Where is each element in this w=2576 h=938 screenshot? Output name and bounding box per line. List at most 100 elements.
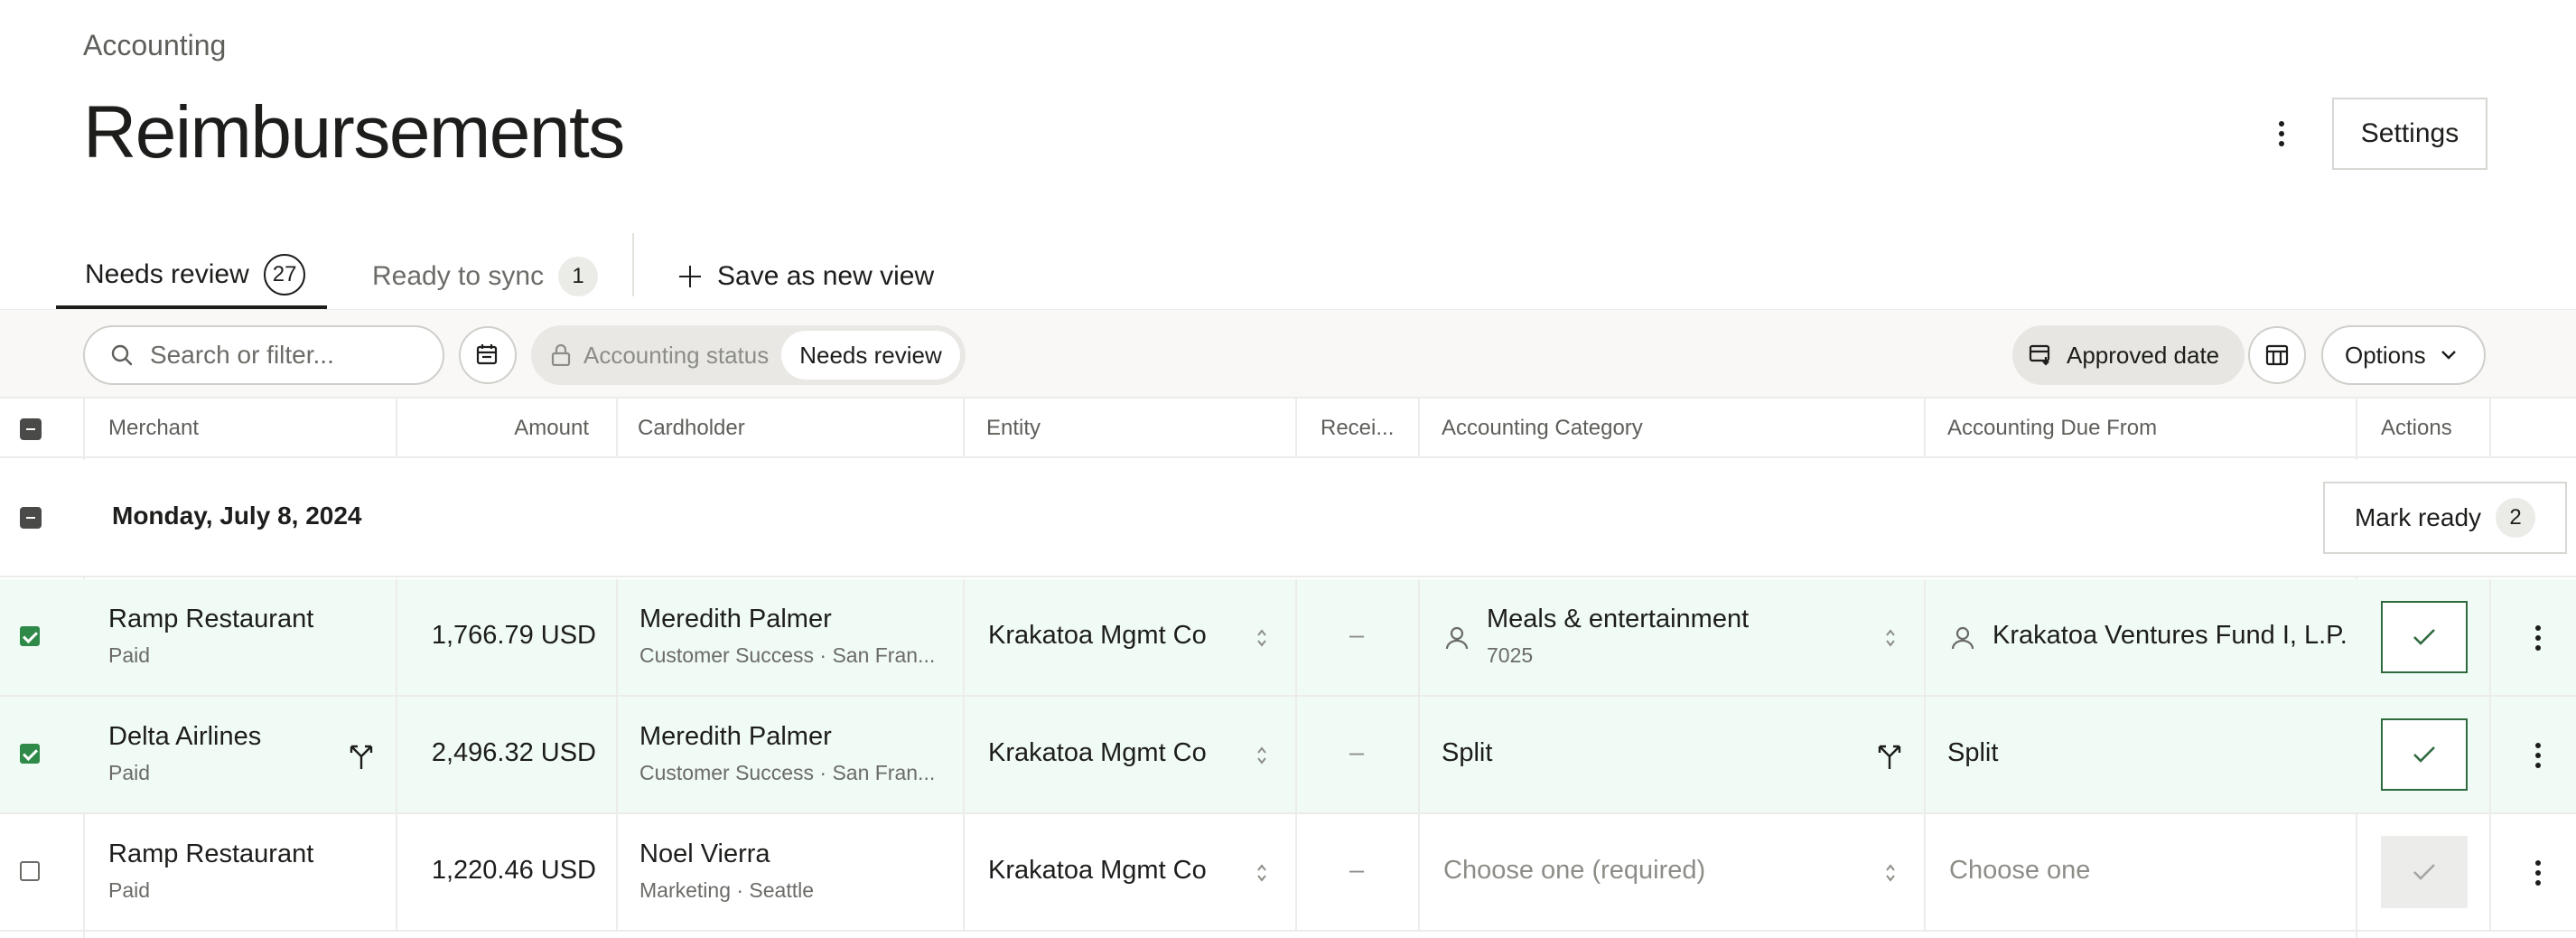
merchant-name: Ramp Restaurant bbox=[108, 605, 314, 633]
column-header-accounting-category[interactable]: Accounting Category bbox=[1442, 399, 1643, 458]
entity-select[interactable]: Krakatoa Mgmt Co bbox=[988, 738, 1207, 768]
row-more-button[interactable] bbox=[2529, 739, 2547, 772]
columns-button[interactable] bbox=[2248, 326, 2306, 384]
more-options-button[interactable] bbox=[2265, 116, 2298, 152]
split-icon bbox=[350, 745, 373, 769]
checkbox-empty-icon bbox=[20, 861, 40, 881]
mark-ready-count-badge: 2 bbox=[2496, 498, 2536, 538]
merchant-cell: Delta Airlines Paid bbox=[108, 722, 261, 785]
table-header-row bbox=[0, 399, 2576, 458]
filter-value[interactable]: Needs review bbox=[781, 331, 960, 380]
mark-ready-button[interactable]: Mark ready 2 bbox=[2323, 482, 2567, 554]
cardholder-detail: Customer Success · San Fran... bbox=[639, 643, 936, 667]
column-header-accounting-due-from[interactable]: Accounting Due From bbox=[1947, 399, 2157, 458]
search-box[interactable] bbox=[83, 325, 444, 385]
column-header-merchant[interactable]: Merchant bbox=[108, 399, 199, 458]
mark-ready-row-button[interactable] bbox=[2381, 718, 2468, 791]
select-arrows-icon bbox=[1257, 629, 1266, 647]
select-arrows-icon bbox=[1257, 864, 1266, 882]
person-icon bbox=[1445, 626, 1469, 650]
column-header-entity[interactable]: Entity bbox=[986, 399, 1041, 458]
column-divider bbox=[1418, 399, 1420, 458]
receipt-cell: – bbox=[1349, 738, 1365, 767]
cardholder-cell: Meredith Palmer Customer Success · San F… bbox=[639, 605, 935, 668]
tab-ready-to-sync[interactable]: Ready to sync 1 bbox=[372, 244, 599, 309]
cardholder-name: Noel Vierra bbox=[639, 840, 770, 868]
select-arrows-icon bbox=[1886, 864, 1895, 882]
due-from-select[interactable]: Split bbox=[1947, 738, 1998, 768]
more-icon bbox=[2535, 860, 2541, 866]
save-as-new-view-button[interactable]: Save as new view bbox=[679, 244, 934, 309]
amount-cell: 1,220.46 USD bbox=[431, 856, 596, 885]
more-icon bbox=[2535, 625, 2541, 631]
filter-key: Accounting status bbox=[551, 342, 769, 370]
plus-icon bbox=[679, 266, 701, 287]
date-group-row bbox=[0, 460, 2576, 577]
column-header-receipt[interactable]: Recei... bbox=[1321, 399, 1394, 458]
table-columns-icon bbox=[2265, 344, 2289, 366]
check-icon bbox=[2413, 864, 2435, 880]
settings-button[interactable]: Settings bbox=[2332, 98, 2487, 170]
tab-divider bbox=[632, 233, 634, 296]
cardholder-detail: Marketing · Seattle bbox=[639, 878, 815, 902]
table-row[interactable]: Ramp Restaurant Paid 1,766.79 USD Meredi… bbox=[0, 579, 2576, 697]
table-row[interactable]: Delta Airlines Paid 2,496.32 USD Meredit… bbox=[0, 697, 2576, 814]
page-title: Reimbursements bbox=[83, 91, 625, 174]
options-dropdown[interactable]: Options bbox=[2321, 325, 2486, 385]
cardholder-name: Meredith Palmer bbox=[639, 722, 832, 751]
payment-status: Paid bbox=[108, 643, 151, 667]
breadcrumb[interactable]: Accounting bbox=[83, 29, 226, 62]
check-icon bbox=[20, 626, 40, 646]
payment-status: Paid bbox=[108, 878, 151, 902]
entity-select[interactable]: Krakatoa Mgmt Co bbox=[988, 856, 1207, 886]
column-header-cardholder[interactable]: Cardholder bbox=[638, 399, 745, 458]
accounting-status-filter[interactable]: Accounting status Needs review bbox=[531, 325, 966, 385]
row-select-checkbox[interactable] bbox=[20, 861, 40, 881]
approved-date-sort-button[interactable]: Approved date bbox=[2012, 325, 2245, 385]
search-icon bbox=[111, 344, 133, 366]
entity-select[interactable]: Krakatoa Mgmt Co bbox=[988, 621, 1207, 651]
row-more-button[interactable] bbox=[2529, 622, 2547, 654]
mark-ready-row-button[interactable] bbox=[2381, 836, 2468, 908]
lock-icon bbox=[551, 344, 571, 366]
column-divider bbox=[616, 399, 618, 458]
category-select[interactable]: Meals & entertainment 7025 bbox=[1487, 605, 1749, 668]
check-icon bbox=[20, 744, 40, 764]
column-header-actions: Actions bbox=[2381, 416, 2452, 440]
due-from-select[interactable]: Choose one bbox=[1949, 856, 2090, 886]
category-select[interactable]: Choose one (required) bbox=[1443, 856, 1705, 886]
mark-ready-row-button[interactable] bbox=[2381, 601, 2468, 673]
merchant-cell: Ramp Restaurant Paid bbox=[108, 840, 313, 903]
tab-count-badge: 27 bbox=[263, 254, 306, 295]
select-all-checkbox[interactable] bbox=[20, 418, 42, 440]
mark-ready-label: Mark ready bbox=[2354, 503, 2482, 531]
due-from-select[interactable]: Krakatoa Ventures Fund I, L.P. bbox=[1993, 621, 2347, 651]
receipt-cell: – bbox=[1349, 856, 1365, 885]
receipt-cell: – bbox=[1349, 621, 1365, 650]
options-label: Options bbox=[2345, 341, 2426, 369]
date-filter-button[interactable] bbox=[459, 326, 517, 384]
group-select-checkbox[interactable] bbox=[20, 507, 42, 529]
cardholder-cell: Meredith Palmer Customer Success · San F… bbox=[639, 722, 935, 785]
search-input[interactable] bbox=[150, 341, 421, 370]
table-row[interactable]: Ramp Restaurant Paid 1,220.46 USD Noel V… bbox=[0, 814, 2576, 932]
filter-key-label: Accounting status bbox=[583, 341, 770, 369]
column-divider bbox=[396, 399, 397, 458]
more-icon bbox=[2535, 743, 2541, 748]
amount-cell: 1,766.79 USD bbox=[431, 621, 596, 650]
row-select-checkbox[interactable] bbox=[20, 744, 40, 764]
check-icon bbox=[2413, 629, 2435, 645]
cardholder-name: Meredith Palmer bbox=[639, 605, 832, 633]
category-select[interactable]: Split bbox=[1442, 738, 1492, 768]
column-header-amount[interactable]: Amount bbox=[397, 399, 589, 458]
group-date-label: Monday, July 8, 2024 bbox=[112, 502, 362, 530]
payment-status: Paid bbox=[108, 761, 151, 784]
column-divider bbox=[1924, 399, 1926, 458]
sort-icon bbox=[2029, 344, 2050, 366]
merchant-name: Delta Airlines bbox=[108, 722, 262, 751]
approved-date-label: Approved date bbox=[2067, 341, 2220, 369]
row-select-checkbox[interactable] bbox=[20, 626, 40, 646]
row-more-button[interactable] bbox=[2529, 857, 2547, 889]
merchant-name: Ramp Restaurant bbox=[108, 840, 314, 868]
tab-needs-review[interactable]: Needs review 27 bbox=[56, 244, 327, 309]
